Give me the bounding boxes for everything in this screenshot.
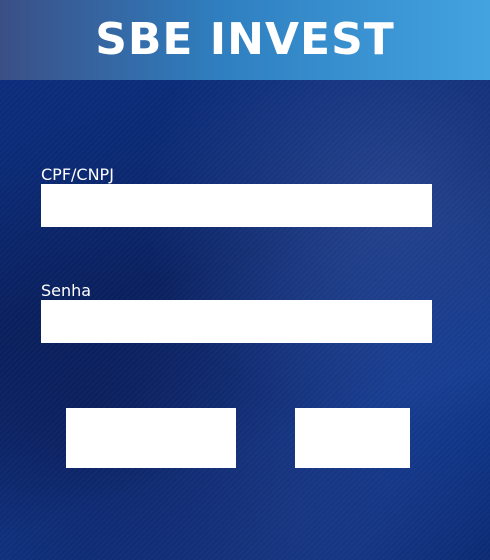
secondary-button[interactable] [295,408,410,468]
password-label: Senha [41,281,92,300]
app-header: SBE INVEST [0,0,490,80]
cpf-cnpj-label: CPF/CNPJ [41,165,114,184]
login-button[interactable] [66,408,236,468]
password-input[interactable] [41,300,432,343]
cpf-cnpj-input[interactable] [41,184,432,227]
brand-title: SBE INVEST [95,14,395,65]
